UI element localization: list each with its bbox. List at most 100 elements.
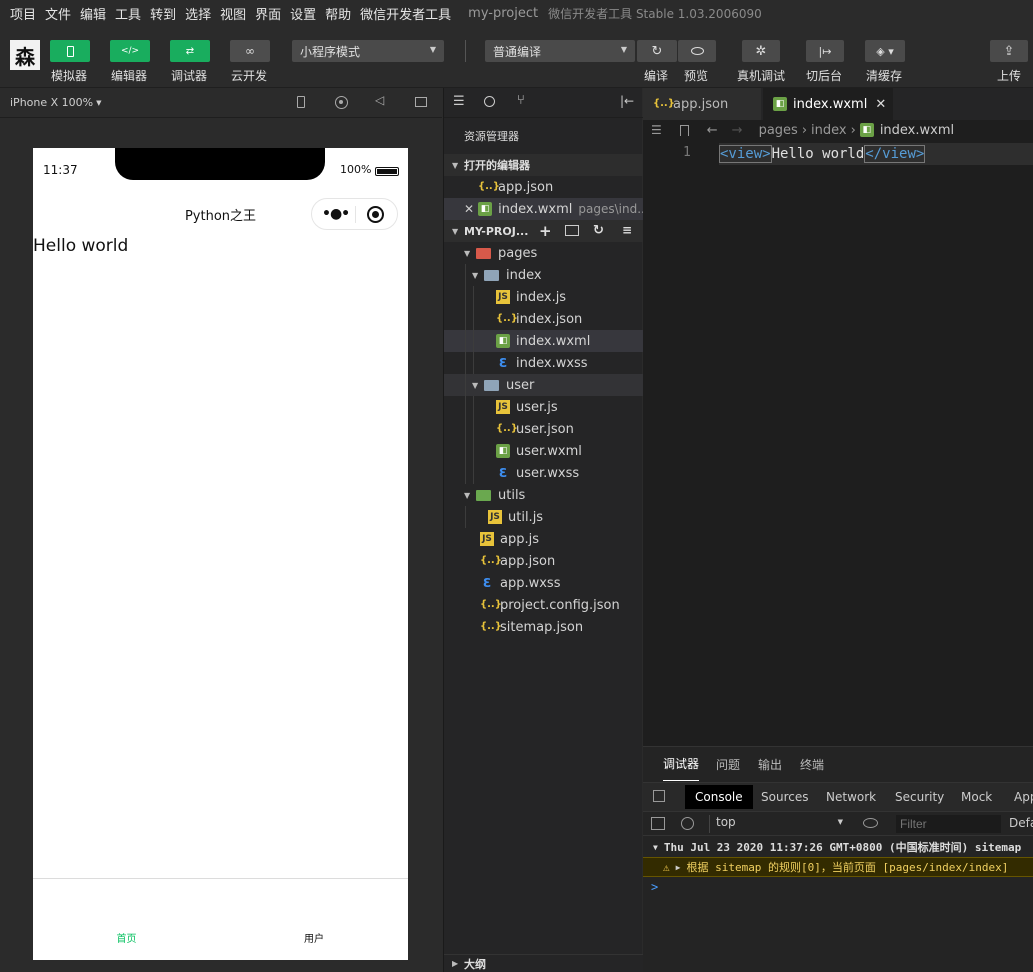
menu-item[interactable]: 工具 (115, 4, 141, 23)
debug-tab-output[interactable]: 输出 (758, 747, 782, 781)
list-icon[interactable]: ☰ (453, 94, 465, 109)
tree-item[interactable]: ▼ utils (444, 484, 643, 506)
cloud-button[interactable]: ∞ (230, 40, 270, 62)
code-text: Hello world (771, 146, 865, 162)
tree-item[interactable]: Ꜫapp.wxss (444, 572, 643, 594)
console-tab-app[interactable]: App (1004, 785, 1033, 809)
eye-icon[interactable] (863, 818, 878, 828)
open-file-app-json[interactable]: {..} app.json (444, 176, 643, 198)
more-dots-icon[interactable]: •●• (322, 206, 350, 222)
console-tab-network[interactable]: Network (816, 785, 886, 809)
tree-item-label: user (506, 377, 535, 393)
new-file-icon[interactable]: + (539, 222, 552, 240)
console-tab-security[interactable]: Security (885, 785, 954, 809)
debug-tab-problems[interactable]: 问题 (716, 747, 740, 781)
debug-tab-terminal[interactable]: 终端 (800, 747, 824, 781)
tree-item[interactable]: ▼ user (444, 374, 643, 396)
menu-item[interactable]: 设置 (290, 4, 316, 23)
menu-item[interactable]: 微信开发者工具 (360, 4, 451, 23)
close-icon[interactable]: ✕ (464, 202, 474, 216)
sidebar-toggle-icon[interactable] (651, 817, 665, 830)
tree-item[interactable]: {..} sitemap.json (444, 616, 643, 638)
menu-item[interactable]: 视图 (220, 4, 246, 23)
tree-item[interactable]: {..} app.json (444, 550, 643, 572)
close-tab-icon[interactable]: ✕ (875, 97, 886, 112)
collapse-panel-icon[interactable]: |← (620, 94, 634, 108)
menu-item[interactable]: 界面 (255, 4, 281, 23)
detach-window-icon[interactable] (415, 97, 427, 107)
tree-item-label: index (506, 267, 542, 283)
background-button[interactable]: |↦ (806, 40, 844, 62)
inspect-element-icon[interactable] (653, 790, 665, 802)
open-editors-section[interactable]: ▼ 打开的编辑器 (444, 154, 643, 176)
json-file-icon: {..} (496, 313, 518, 324)
breadcrumb-item[interactable]: index (811, 123, 847, 138)
menu-item[interactable]: 编辑 (80, 4, 106, 23)
clear-cache-button[interactable]: ◈ ▾ (865, 40, 905, 62)
branch-icon[interactable]: ⑂ (517, 93, 525, 108)
close-miniprogram-icon[interactable] (367, 206, 384, 223)
bookmark-icon[interactable] (679, 124, 689, 136)
console-filter-input[interactable] (896, 815, 1001, 833)
tree-item-label: index.js (516, 289, 567, 305)
preview-button[interactable] (678, 40, 716, 62)
tree-item[interactable]: ▼ pages (444, 242, 643, 264)
menu-item[interactable]: 转到 (150, 4, 176, 23)
compile-select[interactable]: 普通编译 ▼ (485, 40, 635, 62)
collapse-all-icon[interactable]: ≡ (622, 223, 632, 237)
real-debug-button[interactable]: ✲ (742, 40, 780, 62)
tab-user[interactable]: 用户 (220, 930, 408, 945)
refresh-icon[interactable]: ↻ (593, 223, 604, 238)
log-group-header[interactable]: ▼ Thu Jul 23 2020 11:37:26 GMT+0800 (中国标… (643, 837, 1033, 857)
home-button-icon[interactable] (335, 96, 348, 109)
layers-icon: ◈ ▾ (876, 44, 894, 58)
menu-item[interactable]: 帮助 (325, 4, 351, 23)
wxss-file-icon: Ꜫ (498, 466, 508, 480)
tab-home[interactable]: 首页 (33, 930, 220, 945)
back-arrow-icon[interactable]: ← (707, 123, 718, 138)
breadcrumb-item[interactable]: index.wxml (880, 123, 954, 138)
context-select[interactable]: top ▼ (709, 815, 847, 833)
compile-button[interactable]: ↻ (637, 40, 677, 62)
menu-item[interactable]: 选择 (185, 4, 211, 23)
log-warning[interactable]: ⚠ ▶ 根据 sitemap 的规则[0]，当前页面 [pages/index/… (643, 857, 1033, 877)
tree-item-label: util.js (508, 509, 544, 525)
mode-select[interactable]: 小程序模式 ▼ (292, 40, 444, 62)
simulator-button[interactable] (50, 40, 90, 62)
project-section[interactable]: ▼ MY-PROJ... + ↻ ≡ (444, 220, 643, 242)
search-icon[interactable] (484, 96, 495, 107)
battery-icon (375, 167, 399, 176)
console-tab-sources[interactable]: Sources (751, 785, 818, 809)
menu-item[interactable]: 文件 (45, 4, 71, 23)
upload-button[interactable]: ⇪ (990, 40, 1028, 62)
new-folder-icon[interactable] (565, 225, 579, 236)
js-file-icon: JS (496, 290, 510, 304)
forward-arrow-icon[interactable]: → (732, 123, 743, 138)
debugger-button[interactable]: ⇄ (170, 40, 210, 62)
outline-section[interactable]: ▶ 大纲 (444, 954, 643, 972)
console-tab-console[interactable]: Console (685, 785, 753, 809)
breadcrumb-item[interactable]: pages (759, 123, 798, 138)
tree-item[interactable]: ▼ index (444, 264, 643, 286)
open-file-index-wxml[interactable]: ✕ ◧ index.wxml pages\ind... (444, 198, 649, 220)
sound-icon[interactable]: ◁ (375, 93, 384, 107)
list-icon[interactable]: ☰ (651, 123, 662, 137)
avatar[interactable]: 森 (10, 40, 40, 70)
menu-item[interactable]: 项目 (10, 4, 36, 23)
tab-index-wxml[interactable]: ◧ index.wxml ✕ (763, 88, 893, 120)
editor-button[interactable]: </> (110, 40, 150, 62)
rotate-phone-icon[interactable] (297, 96, 305, 108)
tab-app-json[interactable]: {..} app.json (643, 88, 761, 120)
code-line[interactable]: <view> Hello world </view> (719, 143, 1033, 165)
debug-tab-debugger[interactable]: 调试器 (663, 747, 700, 781)
caret-down-icon: ▼ (429, 45, 436, 54)
console-prompt[interactable]: > (651, 880, 658, 894)
tree-guide (465, 506, 466, 528)
log-levels-select[interactable]: Defa (1009, 816, 1033, 830)
tree-item[interactable]: {..} project.config.json (444, 594, 643, 616)
device-select[interactable]: iPhone X 100% ▼ (10, 96, 102, 109)
console-tab-mock[interactable]: Mock (951, 785, 1002, 809)
tree-item[interactable]: JS app.js (444, 528, 643, 550)
tree-item[interactable]: JS util.js (444, 506, 643, 528)
clear-console-icon[interactable] (681, 817, 694, 830)
